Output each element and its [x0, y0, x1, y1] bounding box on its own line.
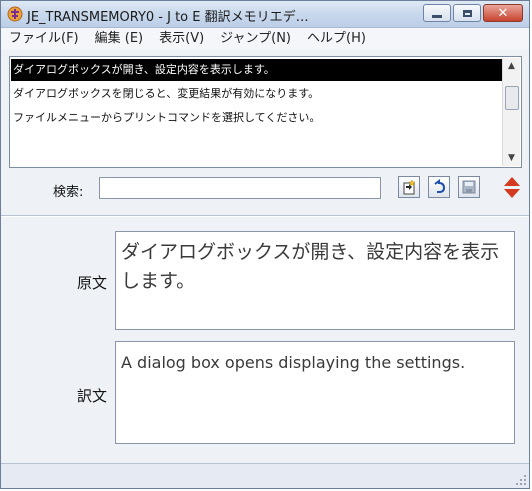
translation-memory-editor-window: JE_TRANSMEMORY0 - J to E 翻訳メモリエデ… ✕ ファイル…: [0, 0, 530, 489]
source-text: ダイアログボックスが開き、設定内容を表示します。: [121, 241, 500, 292]
search-label: 検索:: [53, 185, 84, 200]
new-entry-button[interactable]: [398, 176, 420, 198]
menu-view[interactable]: 表示(V): [151, 28, 212, 50]
translation-label: 訳文: [77, 387, 108, 405]
previous-entry-icon[interactable]: [504, 177, 520, 186]
title-bar[interactable]: JE_TRANSMEMORY0 - J to E 翻訳メモリエデ… ✕: [1, 1, 529, 28]
menu-file[interactable]: ファイル(F): [1, 28, 87, 50]
resize-grip-icon[interactable]: [515, 474, 527, 486]
save-button[interactable]: [458, 176, 480, 198]
divider: [1, 215, 529, 217]
window-title: JE_TRANSMEMORY0 - J to E 翻訳メモリエデ…: [27, 10, 309, 25]
scrollbar-thumb[interactable]: [505, 86, 519, 110]
menu-bar: ファイル(F) 編集 (E) 表示(V) ジャンプ(N) ヘルプ(H): [1, 28, 529, 50]
search-input[interactable]: [99, 177, 381, 199]
close-icon: ✕: [497, 5, 509, 21]
translation-text-field[interactable]: A dialog box opens displaying the settin…: [115, 341, 515, 444]
navigation-spinner[interactable]: [502, 176, 522, 200]
menu-jump[interactable]: ジャンプ(N): [212, 28, 299, 50]
save-icon: [462, 180, 476, 194]
maximize-button[interactable]: [453, 4, 481, 22]
undo-icon: [434, 179, 446, 193]
list-item[interactable]: ファイルメニューからプリントコマンドを選択してください。: [11, 107, 503, 129]
source-text-field[interactable]: ダイアログボックスが開き、設定内容を表示します。: [115, 231, 515, 330]
new-entry-icon: [403, 179, 416, 195]
minimize-icon: [432, 14, 442, 18]
undo-button[interactable]: [428, 176, 450, 198]
close-button[interactable]: ✕: [483, 4, 523, 22]
next-entry-icon[interactable]: [504, 189, 520, 198]
scroll-down-icon[interactable]: ▼: [503, 150, 520, 166]
translation-text: A dialog box opens displaying the settin…: [121, 353, 466, 372]
source-label: 原文: [77, 274, 108, 292]
list-item-selected[interactable]: ダイアログボックスが開き、設定内容を表示します。: [11, 59, 503, 81]
status-bar: [1, 463, 529, 488]
entry-list[interactable]: ダイアログボックスが開き、設定内容を表示します。 ダイアログボックスを閉じると、…: [9, 56, 522, 168]
app-icon: [7, 6, 23, 22]
menu-help[interactable]: ヘルプ(H): [299, 28, 374, 50]
list-item[interactable]: ダイアログボックスを閉じると、変更結果が有効になります。: [11, 83, 503, 105]
scroll-up-icon[interactable]: ▲: [503, 58, 520, 74]
menu-edit[interactable]: 編集 (E): [87, 28, 152, 50]
minimize-button[interactable]: [423, 4, 451, 22]
maximize-icon: [462, 9, 472, 17]
list-scrollbar[interactable]: ▲ ▼: [502, 58, 520, 166]
